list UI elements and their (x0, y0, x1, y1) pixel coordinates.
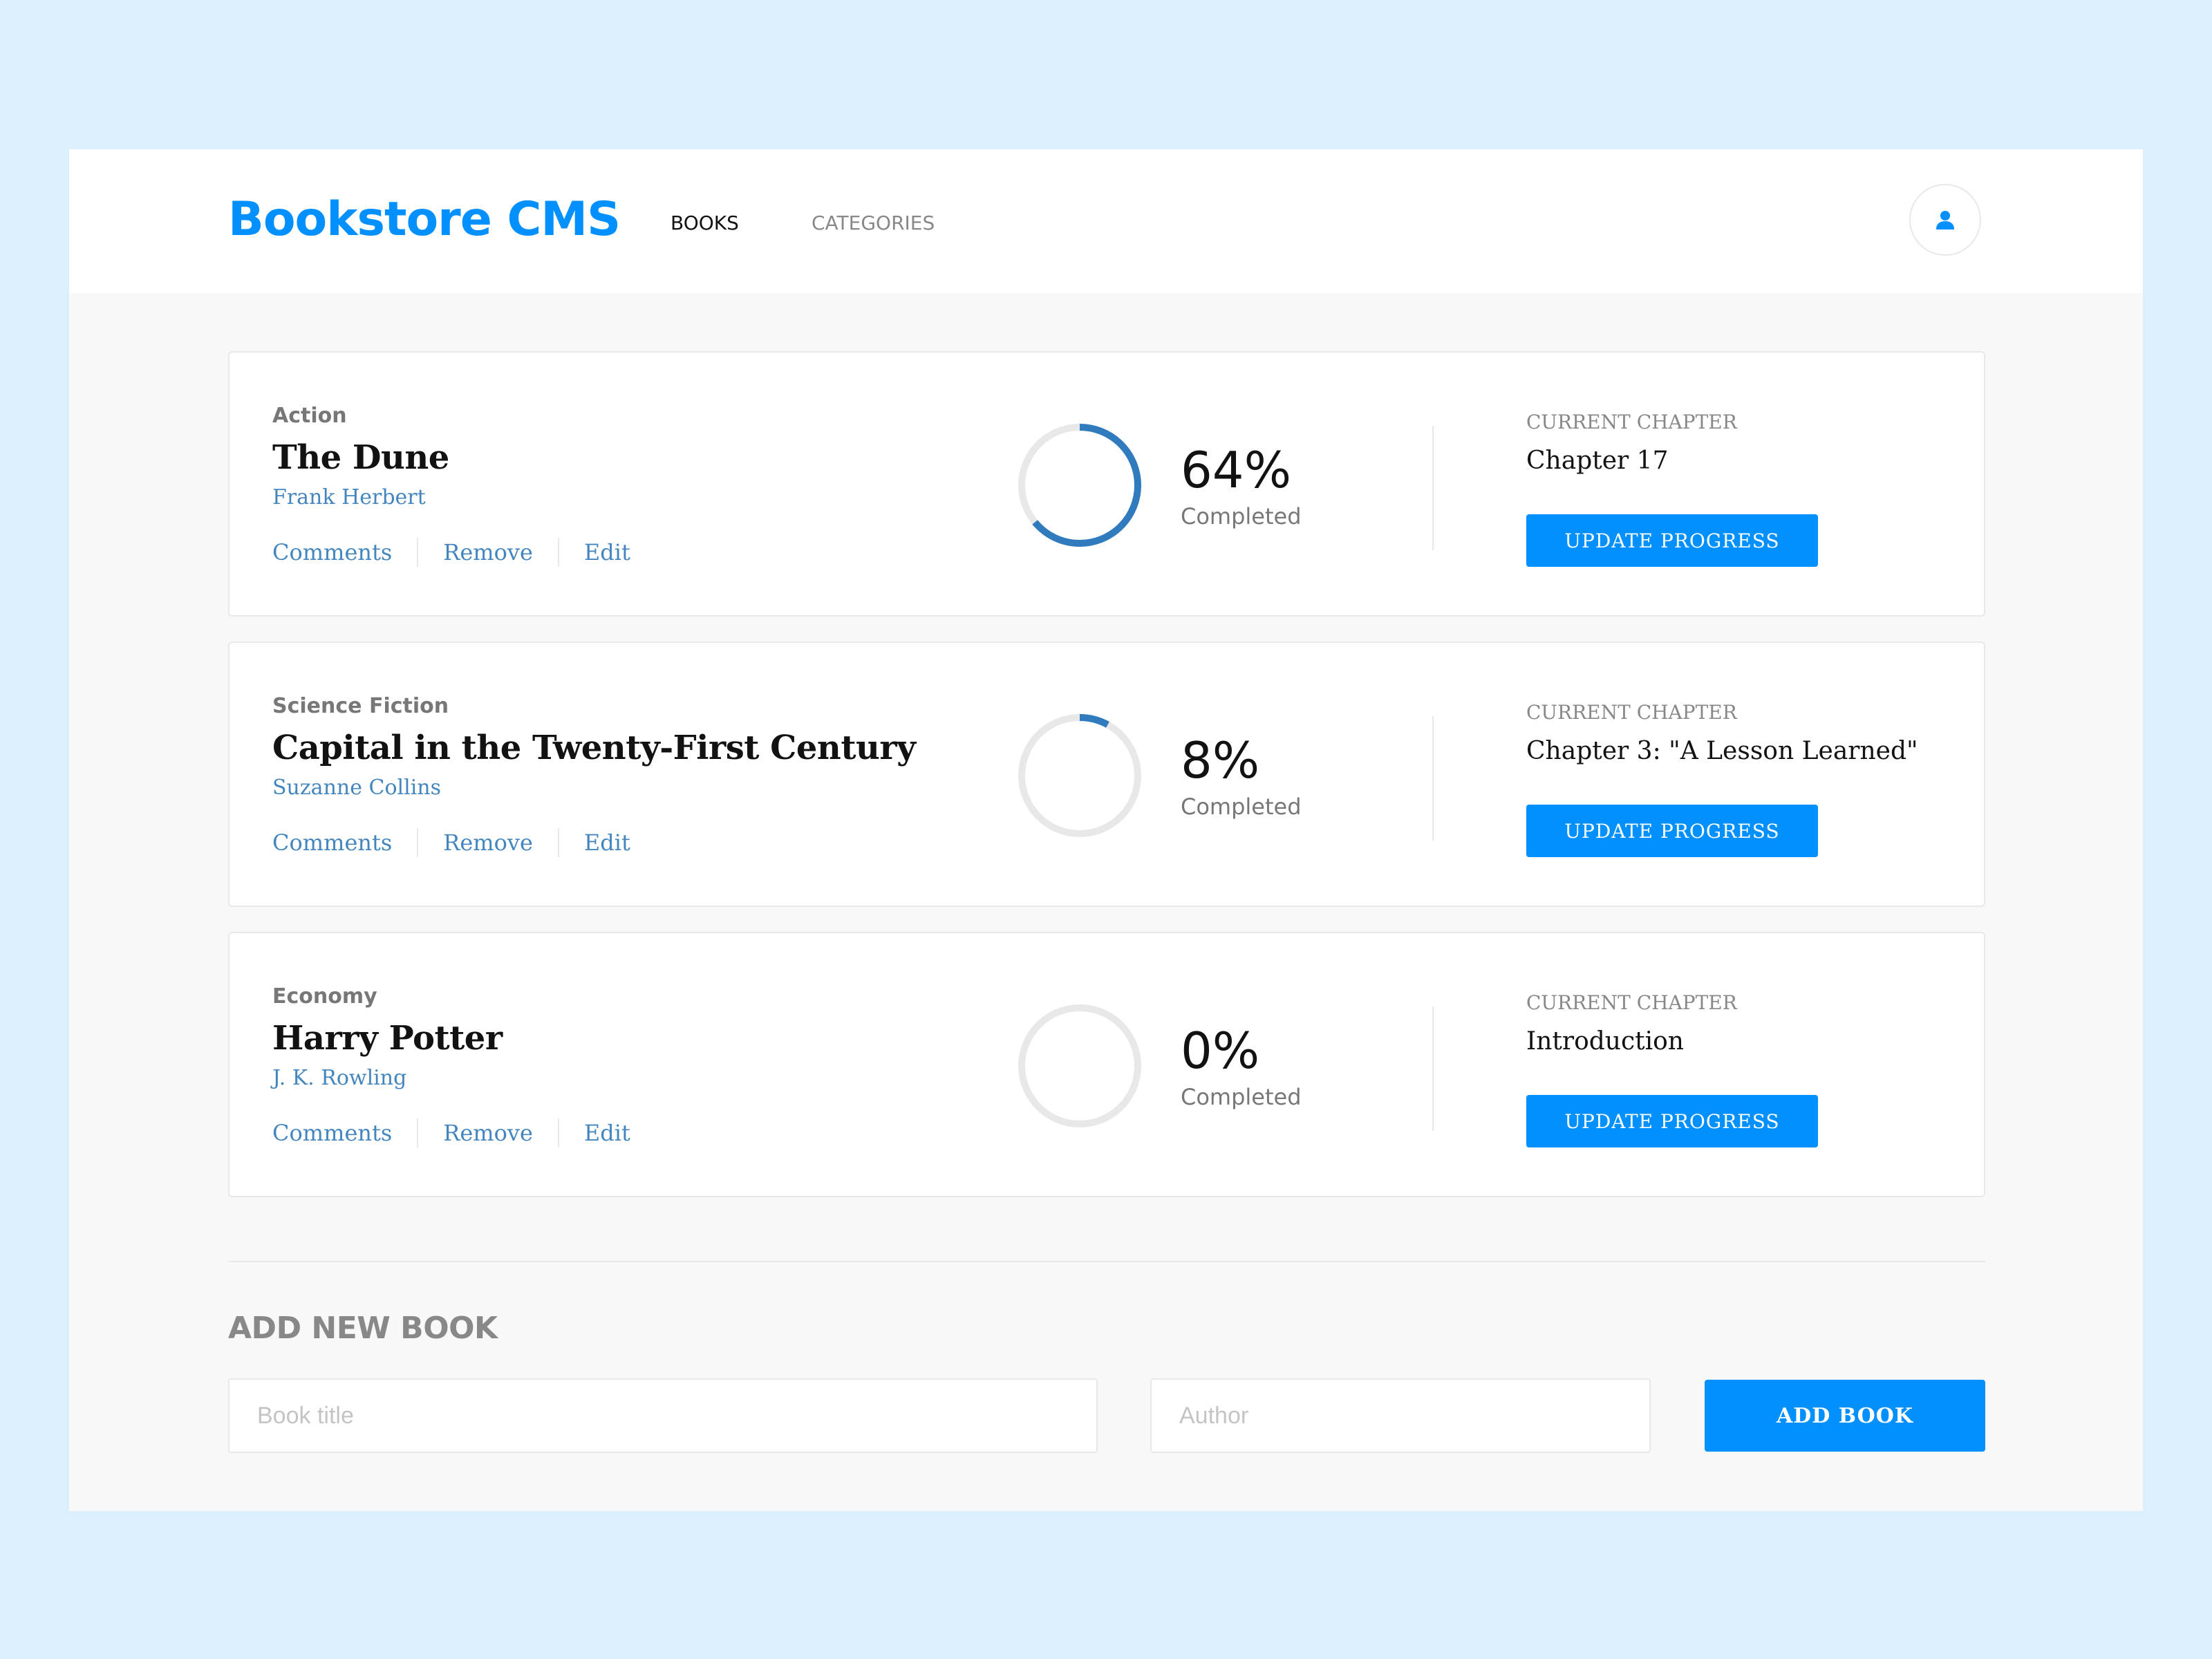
user-icon (1936, 211, 1954, 229)
progress-ring-track (1018, 1004, 1141, 1127)
update-progress-button[interactable]: UPDATE PROGRESS (1526, 514, 1818, 567)
book-genre: Science Fiction (272, 694, 449, 718)
book-card: Science Fiction Capital in the Twenty-Fi… (228, 641, 1985, 907)
book-card: Action The Dune Frank Herbert Comments R… (228, 351, 1985, 617)
book-actions: Comments Remove Edit (272, 828, 630, 857)
progress-percent: 8% (1181, 731, 1260, 789)
book-card: Economy Harry Potter J. K. Rowling Comme… (228, 932, 1985, 1197)
app-logo[interactable]: Bookstore CMS (228, 192, 621, 247)
action-divider (417, 1118, 419, 1147)
book-title: Harry Potter (272, 1019, 503, 1058)
book-title: The Dune (272, 438, 449, 477)
remove-link[interactable]: Remove (443, 1120, 533, 1146)
update-progress-button[interactable]: UPDATE PROGRESS (1526, 805, 1818, 857)
remove-link[interactable]: Remove (443, 830, 533, 856)
current-chapter-label: CURRENT CHAPTER (1526, 701, 1737, 724)
book-title: Capital in the Twenty-First Century (272, 729, 916, 767)
book-title-input[interactable] (228, 1378, 1098, 1453)
section-divider (228, 1261, 1985, 1262)
nav-books-link[interactable]: BOOKS (671, 212, 739, 234)
app-panel: Bookstore CMS BOOKS CATEGORIES Action Th… (69, 149, 2143, 1511)
nav-categories-link[interactable]: CATEGORIES (812, 212, 935, 234)
remove-link[interactable]: Remove (443, 539, 533, 565)
edit-link[interactable]: Edit (584, 1120, 630, 1146)
book-actions: Comments Remove Edit (272, 1118, 630, 1147)
progress-ring-track (1018, 714, 1141, 837)
header: Bookstore CMS BOOKS CATEGORIES (69, 149, 2143, 293)
completed-label: Completed (1181, 1084, 1302, 1110)
progress-ring (1018, 1004, 1141, 1127)
update-progress-button[interactable]: UPDATE PROGRESS (1526, 1095, 1818, 1147)
action-divider (557, 538, 559, 567)
progress-ring (1018, 714, 1141, 837)
progress-percent: 0% (1181, 1022, 1260, 1080)
add-book-button[interactable]: ADD BOOK (1705, 1380, 1985, 1452)
current-chapter-value: Introduction (1526, 1027, 1684, 1056)
completed-label: Completed (1181, 794, 1302, 820)
book-author[interactable]: J. K. Rowling (272, 1066, 406, 1090)
user-avatar-button[interactable] (1909, 184, 1981, 256)
edit-link[interactable]: Edit (584, 539, 630, 565)
book-author[interactable]: Frank Herbert (272, 485, 426, 509)
comments-link[interactable]: Comments (272, 539, 392, 565)
progress-ring (1018, 424, 1141, 547)
comments-link[interactable]: Comments (272, 830, 392, 856)
book-actions: Comments Remove Edit (272, 538, 630, 567)
book-author[interactable]: Suzanne Collins (272, 776, 441, 800)
progress-percent: 64% (1181, 441, 1292, 499)
action-divider (417, 538, 419, 567)
vertical-divider (1432, 426, 1434, 550)
current-chapter-value: Chapter 17 (1526, 447, 1669, 475)
author-input[interactable] (1150, 1378, 1651, 1453)
current-chapter-value: Chapter 3: "A Lesson Learned" (1526, 737, 1918, 765)
current-chapter-label: CURRENT CHAPTER (1526, 411, 1737, 433)
edit-link[interactable]: Edit (584, 830, 630, 856)
action-divider (557, 1118, 559, 1147)
vertical-divider (1432, 1006, 1434, 1131)
comments-link[interactable]: Comments (272, 1120, 392, 1146)
book-genre: Economy (272, 984, 377, 1009)
add-book-heading: ADD NEW BOOK (228, 1311, 498, 1346)
action-divider (557, 828, 559, 857)
action-divider (417, 828, 419, 857)
current-chapter-label: CURRENT CHAPTER (1526, 991, 1737, 1014)
vertical-divider (1432, 716, 1434, 841)
book-genre: Action (272, 404, 347, 428)
completed-label: Completed (1181, 503, 1302, 529)
